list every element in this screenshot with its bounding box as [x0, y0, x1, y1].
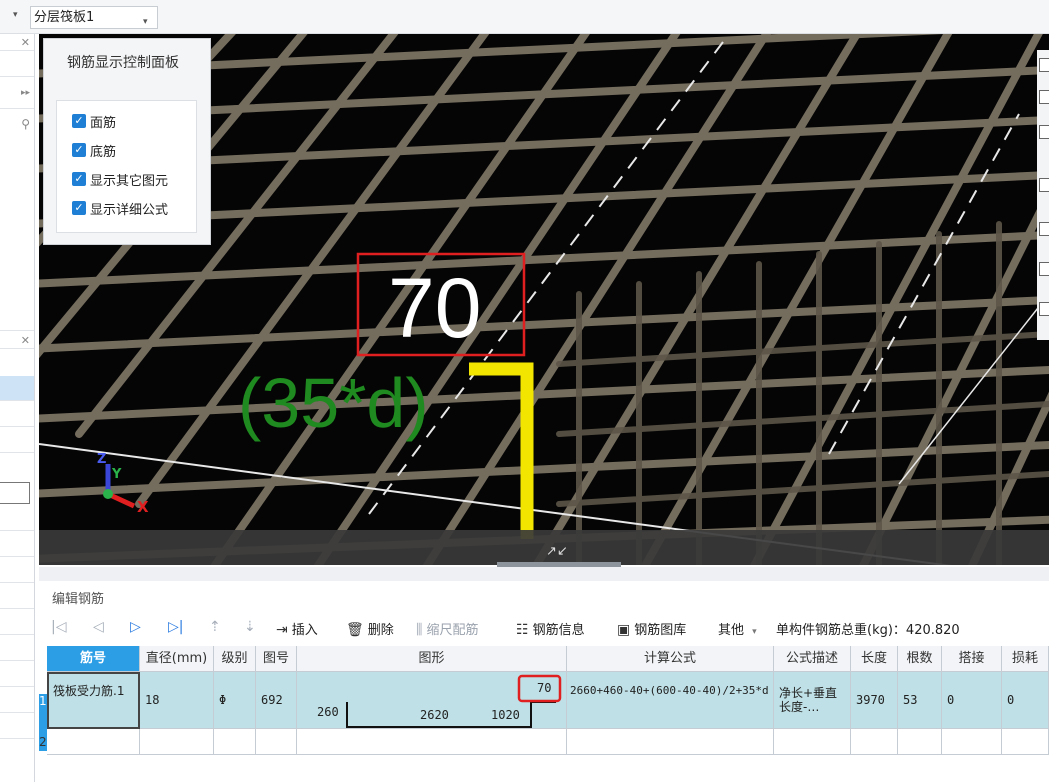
figure-number-cell[interactable]: 692	[256, 672, 297, 729]
ruler-icon: ⫼	[416, 622, 423, 638]
col-formula[interactable]: 计算公式	[567, 646, 774, 672]
dimension-label: 70	[388, 261, 482, 355]
delete-button[interactable]: 🗑 删除	[346, 619, 394, 638]
col-length[interactable]: 长度	[851, 646, 898, 672]
shape-cell[interactable]: 260 2620 1020 70	[297, 672, 567, 729]
top-toolbar: ▾ 分层筏板1 ▾	[0, 0, 1049, 34]
length-cell[interactable]: 3970	[851, 672, 898, 729]
view-tool-icon[interactable]	[1039, 222, 1049, 236]
col-grade[interactable]: 级别	[214, 646, 256, 672]
layer-select-value: 分层筏板1	[34, 10, 95, 25]
layer-select[interactable]: 分层筏板1 ▾	[30, 6, 158, 29]
axis-z-label: Z	[97, 452, 107, 467]
formula-label: (35*d)	[238, 364, 429, 442]
option-face-rebar[interactable]: ✓ 面筋	[72, 112, 116, 131]
edit-rebar-panel: 编辑钢筋 |◁ ◁ ▷ ▷| ⇡ ⇣ ⇥ 插入 🗑 删除 ⫼ 缩尺配筋 ☷ 钢筋信息 ▣…	[39, 567, 1049, 782]
col-shape[interactable]: 图形	[297, 646, 567, 672]
edit-toolbar: |◁ ◁ ▷ ▷| ⇡ ⇣ ⇥ 插入 🗑 删除 ⫼ 缩尺配筋 ☷ 钢筋信息 ▣ 钢筋图库 …	[39, 613, 1049, 643]
svg-text:↗↙: ↗↙	[546, 544, 568, 559]
view-tool-icon[interactable]	[1039, 90, 1049, 104]
expand-icon[interactable]: ▸▸	[21, 88, 30, 98]
lap-cell[interactable]: 0	[942, 672, 1002, 729]
option-bottom-rebar[interactable]: ✓ 底筋	[72, 141, 116, 160]
col-figure-number[interactable]: 图号	[256, 646, 297, 672]
previous-icon[interactable]: ◁	[93, 619, 108, 635]
other-menu[interactable]: 其他 ▾	[718, 619, 757, 638]
scale-rebar-button[interactable]: ⫼ 缩尺配筋	[416, 619, 478, 638]
view-tool-icon[interactable]	[1039, 125, 1049, 139]
first-icon[interactable]: |◁	[51, 619, 70, 635]
axis-y-label: Y	[112, 467, 122, 482]
view-tool-icon[interactable]	[1039, 58, 1049, 72]
checkbox-checked-icon[interactable]: ✓	[72, 172, 86, 186]
view-tool-icon[interactable]	[1039, 178, 1049, 192]
control-panel-options: ✓ 面筋 ✓ 底筋 ✓ 显示其它图元 ✓ 显示详细公式	[56, 100, 197, 233]
checkbox-checked-icon[interactable]: ✓	[72, 201, 86, 215]
rebar-info-button[interactable]: ☷ 钢筋信息	[516, 619, 585, 638]
rebar-library-button[interactable]: ▣ 钢筋图库	[617, 619, 686, 638]
library-icon: ▣	[617, 622, 631, 638]
move-down-icon[interactable]: ⇣	[244, 619, 260, 635]
col-bar-name[interactable]: 筋号	[47, 646, 140, 672]
chevron-down-icon: ▾	[143, 17, 148, 27]
search-icon[interactable]: ⚲	[21, 117, 30, 131]
close-icon[interactable]: ✕	[21, 334, 30, 347]
selected-list-item[interactable]	[0, 376, 34, 400]
col-diameter[interactable]: 直径(mm)	[140, 646, 214, 672]
description-cell[interactable]: 净长+垂直长度-…	[774, 672, 851, 729]
move-up-icon[interactable]: ⇡	[209, 619, 225, 635]
axis-x-label: X	[137, 498, 149, 516]
view-tools	[1037, 50, 1049, 340]
view-tool-icon[interactable]	[1039, 262, 1049, 276]
insert-icon: ⇥	[276, 622, 288, 638]
rebar-display-control-panel: 钢筋显示控制面板 ✓ 面筋 ✓ 底筋 ✓ 显示其它图元 ✓ 显示详细公式	[43, 38, 211, 245]
edit-panel-title: 编辑钢筋	[52, 592, 105, 607]
count-cell[interactable]: 53	[898, 672, 942, 729]
list-input-box[interactable]	[0, 482, 30, 504]
col-loss[interactable]: 损耗	[1002, 646, 1049, 672]
left-panel: ✕ ▸▸ ⚲ ✕	[0, 34, 35, 782]
col-count[interactable]: 根数	[898, 646, 942, 672]
control-panel-title: 钢筋显示控制面板	[67, 55, 179, 71]
trash-icon: 🗑	[346, 622, 364, 638]
info-table-icon: ☷	[516, 622, 529, 638]
chevron-down-icon: ▾	[752, 627, 757, 637]
view-tool-icon[interactable]	[1039, 302, 1049, 316]
close-icon[interactable]: ✕	[21, 36, 30, 49]
option-show-other-elements[interactable]: ✓ 显示其它图元	[72, 170, 168, 189]
checkbox-checked-icon[interactable]: ✓	[72, 114, 86, 128]
grade-cell[interactable]: Φ	[214, 672, 256, 729]
chevron-down-icon[interactable]: ▾	[13, 10, 18, 20]
checkbox-checked-icon[interactable]: ✓	[72, 143, 86, 157]
next-icon[interactable]: ▷	[130, 619, 145, 635]
loss-cell[interactable]: 0	[1002, 672, 1049, 729]
col-description[interactable]: 公式描述	[774, 646, 851, 672]
total-weight: 单构件钢筋总重(kg)：420.820	[776, 623, 960, 638]
last-icon[interactable]: ▷|	[168, 619, 187, 635]
formula-cell[interactable]: 2660+460-40+(600-40-40)/2+35*d	[567, 672, 774, 729]
insert-button[interactable]: ⇥ 插入	[276, 619, 318, 638]
option-show-detailed-formula[interactable]: ✓ 显示详细公式	[72, 199, 168, 218]
col-lap[interactable]: 搭接	[942, 646, 1002, 672]
bar-name-cell[interactable]: 筏板受力筋.1	[47, 672, 140, 729]
diameter-cell[interactable]: 18	[140, 672, 214, 729]
